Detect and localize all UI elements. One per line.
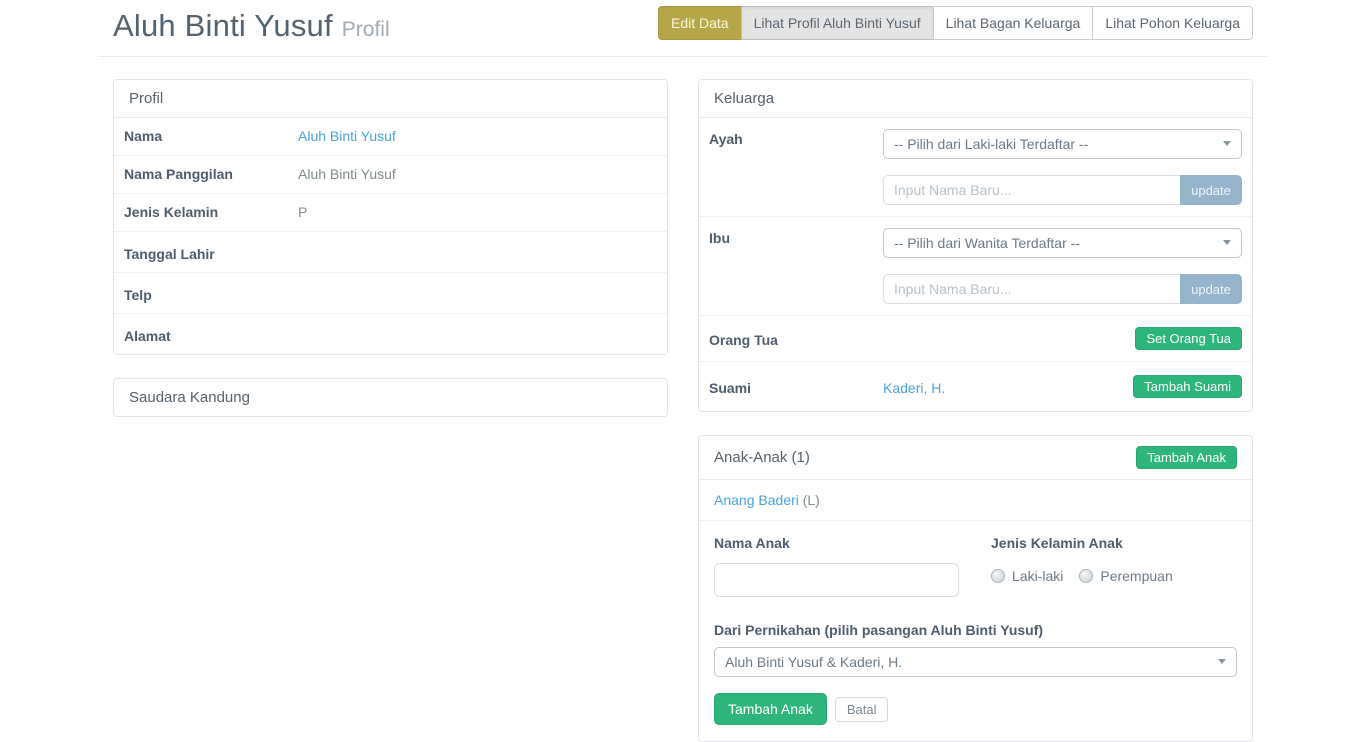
perempuan-radio[interactable]	[1079, 569, 1093, 583]
tambah-anak-header-button[interactable]: Tambah Anak	[1136, 446, 1237, 469]
row-label: Alamat	[124, 328, 298, 344]
row-value: P	[298, 204, 307, 221]
page-header: Aluh Binti Yusuf Profil Edit Data Lihat …	[113, 0, 1253, 44]
tambah-anak-form: Nama Anak Jenis Kelamin Anak Laki-laki	[699, 521, 1252, 741]
radio-option-perempuan[interactable]: Perempuan	[1079, 568, 1172, 584]
table-row-jenis-kelamin: Jenis Kelamin P	[114, 194, 667, 232]
ibu-select[interactable]: -- Pilih dari Wanita Terdaftar --	[883, 228, 1242, 258]
lihat-bagan-keluarga-button[interactable]: Lihat Bagan Keluarga	[933, 6, 1094, 40]
ayah-update-button[interactable]: update	[1180, 175, 1242, 205]
ibu-label: Ibu	[709, 228, 883, 246]
page-container: Aluh Binti Yusuf Profil Edit Data Lihat …	[98, 0, 1268, 742]
child-list-item: Anang Baderi (L)	[699, 480, 1252, 521]
row-label: Telp	[124, 287, 298, 303]
perempuan-radio-label: Perempuan	[1100, 568, 1172, 584]
nama-anak-input[interactable]	[714, 563, 959, 597]
page-title: Aluh Binti Yusuf	[113, 8, 333, 44]
ibu-update-button[interactable]: update	[1180, 274, 1242, 304]
ibu-nama-baru-input[interactable]	[883, 274, 1180, 304]
child-gender-tag: (L)	[803, 492, 820, 508]
lihat-pohon-keluarga-button[interactable]: Lihat Pohon Keluarga	[1092, 6, 1253, 40]
ibu-row: Ibu -- Pilih dari Wanita Terdaftar -- up…	[699, 217, 1252, 316]
ayah-select[interactable]: -- Pilih dari Laki-laki Terdaftar --	[883, 129, 1242, 159]
page-titles: Aluh Binti Yusuf Profil	[113, 6, 390, 44]
nama-anak-label: Nama Anak	[714, 535, 991, 551]
saudara-kandung-panel-title: Saudara Kandung	[114, 379, 667, 416]
laki-laki-radio-label: Laki-laki	[1012, 568, 1063, 584]
row-label: Nama Panggilan	[124, 166, 298, 182]
anak-anak-panel: Anak-Anak (1) Tambah Anak Anang Baderi (…	[698, 435, 1253, 742]
orang-tua-row: Orang Tua Set Orang Tua	[699, 316, 1252, 362]
table-row-nama-panggilan: Nama Panggilan Aluh Binti Yusuf	[114, 156, 667, 194]
radio-option-laki-laki[interactable]: Laki-laki	[991, 568, 1063, 584]
jenis-kelamin-anak-label: Jenis Kelamin Anak	[991, 535, 1189, 551]
tambah-suami-button[interactable]: Tambah Suami	[1133, 375, 1242, 398]
child-name-link[interactable]: Anang Baderi	[714, 492, 799, 508]
set-orang-tua-button[interactable]: Set Orang Tua	[1135, 327, 1242, 350]
keluarga-panel-title: Keluarga	[699, 80, 1252, 118]
table-row-nama: Nama Aluh Binti Yusuf	[114, 118, 667, 156]
page-subtitle: Profil	[342, 18, 390, 42]
header-divider	[98, 56, 1268, 57]
row-label: Nama	[124, 128, 298, 144]
edit-data-button[interactable]: Edit Data	[658, 6, 742, 40]
dari-pernikahan-label: Dari Pernikahan (pilih pasangan Aluh Bin…	[714, 622, 1237, 638]
batal-button[interactable]: Batal	[835, 697, 889, 722]
anak-anak-panel-header: Anak-Anak (1) Tambah Anak	[699, 436, 1252, 480]
tambah-anak-submit-button[interactable]: Tambah Anak	[714, 693, 827, 725]
view-switch-button-group: Edit Data Lihat Profil Aluh Binti Yusuf …	[658, 6, 1253, 40]
table-row-telp: Telp	[114, 273, 667, 314]
suami-label: Suami	[709, 378, 883, 396]
profil-panel: Profil Nama Aluh Binti Yusuf Nama Panggi…	[113, 79, 668, 355]
table-row-alamat: Alamat	[114, 314, 667, 354]
table-row-tanggal-lahir: Tanggal Lahir	[114, 232, 667, 273]
keluarga-panel: Keluarga Ayah -- Pilih dari Laki-laki Te…	[698, 79, 1253, 412]
orang-tua-label: Orang Tua	[709, 330, 883, 348]
saudara-kandung-panel: Saudara Kandung	[113, 378, 668, 417]
nama-value-link[interactable]: Aluh Binti Yusuf	[298, 128, 396, 144]
suami-row: Suami Kaderi, H. Tambah Suami	[699, 362, 1252, 411]
row-label: Tanggal Lahir	[124, 246, 298, 262]
lihat-profil-button[interactable]: Lihat Profil Aluh Binti Yusuf	[741, 6, 934, 40]
ayah-row: Ayah -- Pilih dari Laki-laki Terdaftar -…	[699, 118, 1252, 217]
row-value: Aluh Binti Yusuf	[298, 166, 396, 183]
pasangan-select[interactable]: Aluh Binti Yusuf & Kaderi, H.	[714, 647, 1237, 677]
ayah-label: Ayah	[709, 129, 883, 147]
suami-value-link[interactable]: Kaderi, H.	[883, 380, 945, 396]
laki-laki-radio[interactable]	[991, 569, 1005, 583]
anak-anak-panel-title: Anak-Anak (1)	[714, 449, 810, 466]
ayah-nama-baru-input[interactable]	[883, 175, 1180, 205]
row-label: Jenis Kelamin	[124, 204, 298, 220]
profil-panel-title: Profil	[114, 80, 667, 118]
